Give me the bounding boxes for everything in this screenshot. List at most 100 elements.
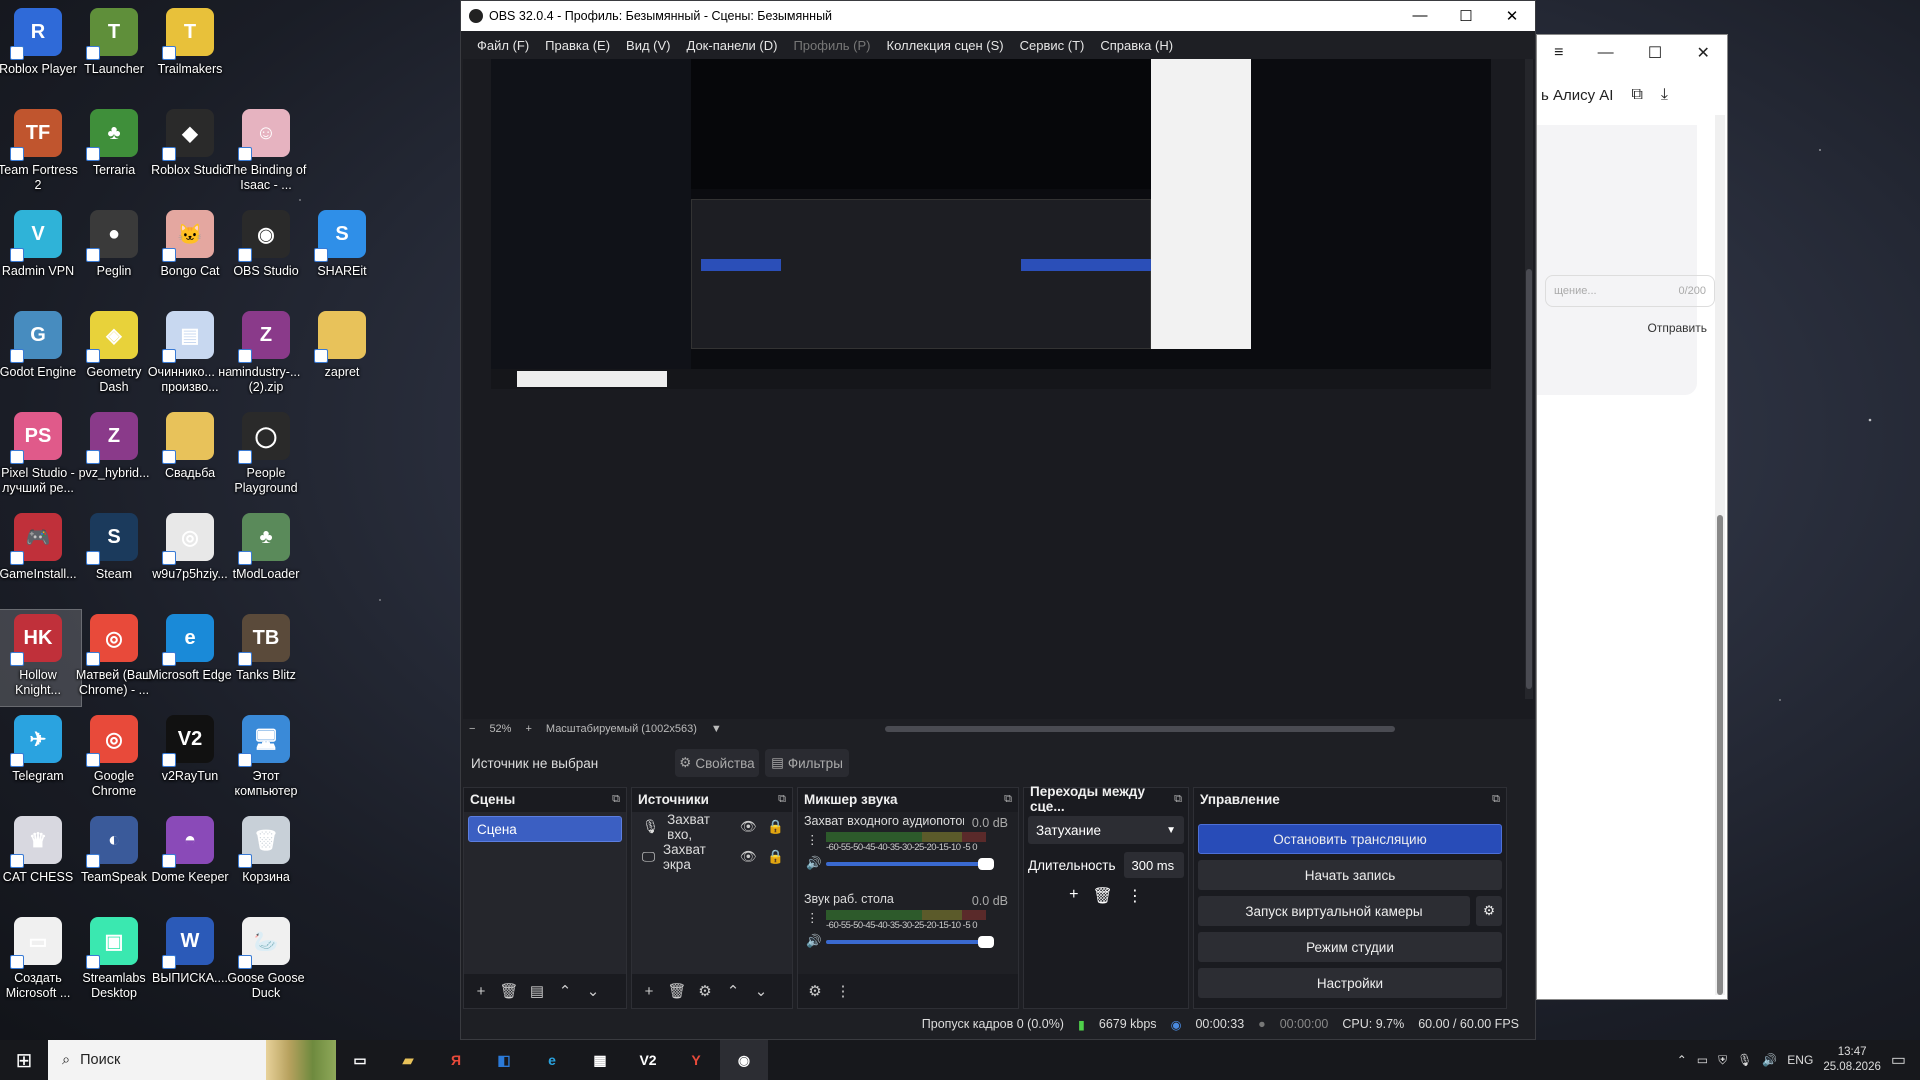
- yandex-icon[interactable]: Я: [432, 1040, 480, 1080]
- more-options-icon[interactable]: ⋮: [806, 910, 819, 925]
- network-icon[interactable]: ▭: [1697, 1053, 1708, 1067]
- desktop-shortcut[interactable]: V2 v2RayTun: [147, 711, 233, 807]
- desktop-shortcut[interactable]: ♣ Terraria: [71, 105, 157, 201]
- download-icon[interactable]: ⤓: [1661, 86, 1668, 104]
- menu-view[interactable]: Вид (V): [618, 38, 678, 53]
- undock-icon[interactable]: ⧉: [612, 793, 620, 806]
- undock-icon[interactable]: ⧉: [1174, 793, 1182, 806]
- desktop-shortcut[interactable]: ▤ Очиннико... на произво...: [147, 307, 233, 403]
- desktop-shortcut[interactable]: S Steam: [71, 509, 157, 605]
- start-recording-button[interactable]: Начать запись: [1198, 860, 1502, 890]
- close-icon[interactable]: ✕: [1696, 43, 1709, 63]
- minimize-icon[interactable]: —: [1598, 44, 1614, 62]
- volume-slider[interactable]: [826, 858, 994, 870]
- undock-icon[interactable]: ⧉: [778, 793, 786, 806]
- chevron-down-icon[interactable]: ▼: [711, 723, 722, 735]
- undock-icon[interactable]: ⧉: [1492, 793, 1500, 806]
- microphone-icon[interactable]: 🎙: [1737, 1053, 1752, 1067]
- menu-icon[interactable]: ≡: [1554, 44, 1563, 62]
- desktop-shortcut[interactable]: S SHAREit: [299, 206, 385, 302]
- move-down-icon[interactable]: ⌄: [750, 982, 772, 1000]
- desktop-shortcut[interactable]: ◎ w9u7p5hziy...: [147, 509, 233, 605]
- file-explorer-icon[interactable]: ▰: [384, 1040, 432, 1080]
- move-up-icon[interactable]: ⌃: [722, 982, 744, 1000]
- eye-icon[interactable]: 👁: [740, 819, 757, 835]
- desktop-shortcut[interactable]: ◯ People Playground: [223, 408, 309, 504]
- lock-icon[interactable]: 🔒: [767, 849, 784, 865]
- desktop-shortcut[interactable]: PS Pixel Studio - лучший ре...: [0, 408, 81, 504]
- browser-scrollbar[interactable]: [1715, 115, 1725, 995]
- desktop-shortcut[interactable]: ♛ CAT CHESS: [0, 812, 81, 908]
- desktop-shortcut[interactable]: 🐱 Bongo Cat: [147, 206, 233, 302]
- virtual-camera-settings-button[interactable]: ⚙: [1476, 896, 1502, 926]
- clock[interactable]: 13:47 25.08.2026: [1823, 1045, 1881, 1075]
- minimize-button[interactable]: —: [1397, 7, 1443, 25]
- menu-help[interactable]: Справка (H): [1092, 38, 1181, 53]
- speaker-icon[interactable]: 🔊: [806, 856, 822, 871]
- desktop-shortcut[interactable]: R Roblox Player: [0, 4, 81, 100]
- desktop-shortcut[interactable]: ♣ tModLoader: [223, 509, 309, 605]
- desktop-shortcut[interactable]: Zpvz_hybrid...: [71, 408, 157, 504]
- preview-horizontal-scrollbar[interactable]: [885, 726, 1395, 732]
- advanced-audio-icon[interactable]: ⚙: [804, 982, 826, 1000]
- menu-profile[interactable]: Профиль (P): [785, 38, 878, 53]
- desktop-shortcut[interactable]: 🗑 Корзина: [223, 812, 309, 908]
- more-options-icon[interactable]: ⋮: [806, 832, 819, 847]
- desktop-shortcut[interactable]: G Godot Engine: [0, 307, 81, 403]
- desktop-shortcut[interactable]: e Microsoft Edge: [147, 610, 233, 706]
- chevron-up-icon[interactable]: ⌃: [1677, 1053, 1687, 1067]
- stop-streaming-button[interactable]: Остановить трансляцию: [1198, 824, 1502, 854]
- desktop-shortcut[interactable]: TF Team Fortress 2: [0, 105, 81, 201]
- desktop-shortcut[interactable]: ☺ The Binding of Isaac - ...: [223, 105, 309, 201]
- scene-item[interactable]: Сцена: [468, 816, 622, 842]
- task-view-icon[interactable]: ▭: [336, 1040, 384, 1080]
- menu-file[interactable]: Файл (F): [469, 38, 537, 53]
- preview-vertical-scrollbar[interactable]: [1525, 59, 1533, 699]
- close-button[interactable]: ✕: [1489, 7, 1535, 25]
- more-options-icon[interactable]: ⋮: [832, 982, 854, 1000]
- desktop-shortcut[interactable]: 🖥 Этот компьютер: [223, 711, 309, 807]
- eye-icon[interactable]: 👁: [740, 849, 757, 865]
- maximize-button[interactable]: ☐: [1443, 7, 1489, 25]
- desktop-shortcut[interactable]: ▭ Создать Microsoft ...: [0, 913, 81, 1009]
- volume-icon[interactable]: 🔊: [1762, 1053, 1777, 1067]
- desktop-shortcut[interactable]: Zmindustry-... (2).zip: [223, 307, 309, 403]
- move-down-icon[interactable]: ⌄: [582, 982, 604, 1000]
- desktop-shortcut[interactable]: T Trailmakers: [147, 4, 233, 100]
- preview-canvas[interactable]: [491, 59, 1491, 389]
- desktop-shortcut[interactable]: ◈ Geometry Dash: [71, 307, 157, 403]
- menu-edit[interactable]: Правка (E): [537, 38, 618, 53]
- lock-icon[interactable]: 🔒: [767, 819, 784, 835]
- obs-window[interactable]: OBS 32.0.4 - Профиль: Безымянный - Сцены…: [460, 0, 1536, 1040]
- desktop-shortcut[interactable]: T TLauncher: [71, 4, 157, 100]
- volume-slider[interactable]: [826, 936, 994, 948]
- message-input[interactable]: щение... 0/200: [1545, 275, 1715, 307]
- browser-window[interactable]: ≡ — ☐ ✕ ь Алису AI ⧉ ⤓ щение... 0/200 От…: [1536, 34, 1728, 1000]
- settings-button[interactable]: Настройки: [1198, 968, 1502, 998]
- desktop-shortcut[interactable]: 🎮 GameInstall...: [0, 509, 81, 605]
- desktop-shortcut[interactable]: TB Tanks Blitz: [223, 610, 309, 706]
- desktop-shortcut[interactable]: ● Peglin: [71, 206, 157, 302]
- zoom-out-button[interactable]: −: [469, 723, 475, 735]
- language-indicator[interactable]: ENG: [1787, 1053, 1813, 1067]
- desktop-shortcut[interactable]: W ВЫПИСКА....: [147, 913, 233, 1009]
- desktop-shortcut[interactable]: zapret: [299, 307, 385, 403]
- desktop-shortcut[interactable]: ◐ TeamSpeak: [71, 812, 157, 908]
- menu-tools[interactable]: Сервис (T): [1012, 38, 1093, 53]
- extensions-icon[interactable]: ⧉: [1631, 86, 1642, 104]
- zoom-in-button[interactable]: +: [525, 723, 531, 735]
- menu-scene-collection[interactable]: Коллекция сцен (S): [879, 38, 1012, 53]
- security-icon[interactable]: ⛨: [1718, 1053, 1727, 1068]
- gear-icon[interactable]: ⚙: [694, 982, 716, 1000]
- desktop-shortcut[interactable]: ◎ Матвей (Ваш Chrome) - ...: [71, 610, 157, 706]
- desktop-shortcut[interactable]: ✈ Telegram: [0, 711, 81, 807]
- filter-icon[interactable]: ▤: [526, 982, 548, 1000]
- start-virtual-camera-button[interactable]: Запуск виртуальной камеры: [1198, 896, 1470, 926]
- speaker-icon[interactable]: 🔊: [806, 934, 822, 949]
- desktop-shortcut[interactable]: HK Hollow Knight...: [0, 609, 82, 707]
- menu-docks[interactable]: Док-панели (D): [679, 38, 786, 53]
- desktop-shortcut[interactable]: V Radmin VPN: [0, 206, 81, 302]
- taskbar-search[interactable]: ⌕ Поиск: [48, 1040, 336, 1080]
- store-icon[interactable]: ▦: [576, 1040, 624, 1080]
- desktop-shortcut[interactable]: ◉ OBS Studio: [223, 206, 309, 302]
